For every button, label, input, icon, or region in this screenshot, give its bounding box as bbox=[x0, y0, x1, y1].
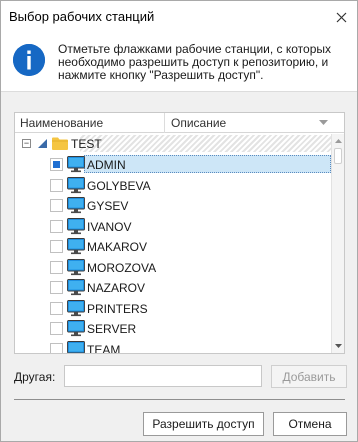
close-icon bbox=[336, 12, 346, 22]
workstation-checkbox[interactable] bbox=[50, 322, 63, 335]
monitor-icon bbox=[67, 176, 85, 194]
title-bar: Выбор рабочих станций bbox=[1, 1, 357, 32]
workstation-checkbox[interactable] bbox=[50, 301, 63, 315]
workstation-row[interactable]: NAZAROV bbox=[15, 277, 331, 297]
workstation-checkbox[interactable] bbox=[50, 158, 63, 171]
monitor-icon bbox=[67, 299, 85, 317]
info-icon bbox=[13, 44, 45, 76]
scroll-down-button[interactable] bbox=[332, 339, 344, 353]
triangle-up-icon bbox=[334, 139, 342, 143]
workstation-label: GOLYBEVA bbox=[87, 178, 151, 193]
monitor-icon bbox=[67, 279, 85, 296]
monitor-icon bbox=[67, 197, 85, 214]
dialog-window: Выбор рабочих станций Отметьте флажками … bbox=[0, 0, 358, 442]
workstation-checkbox[interactable] bbox=[50, 199, 63, 212]
window-title: Выбор рабочих станций bbox=[9, 9, 155, 24]
workstation-row[interactable]: IVANOV bbox=[15, 216, 331, 236]
workstation-label: MAKAROV bbox=[87, 240, 148, 254]
workstation-label: SERVER bbox=[87, 322, 137, 336]
monitor-icon bbox=[67, 156, 85, 173]
other-label: Другая: bbox=[14, 370, 56, 384]
workstation-label: TEAM bbox=[87, 342, 121, 354]
workstation-row[interactable]: TEAM bbox=[15, 339, 331, 354]
workstation-label: ADMIN bbox=[87, 158, 126, 172]
workstations-tree[interactable]: Наименование Описание − TEST ADMIN GOLYB… bbox=[14, 112, 345, 354]
tri-state-checkbox[interactable] bbox=[38, 139, 47, 148]
workstation-checkbox[interactable] bbox=[50, 240, 63, 253]
workstation-row[interactable]: PRINTERS bbox=[15, 298, 331, 318]
scrollbar-thumb[interactable] bbox=[334, 148, 342, 164]
allow-access-button[interactable]: Разрешить доступ bbox=[143, 412, 264, 436]
other-workstation-input[interactable] bbox=[64, 365, 262, 387]
partial-check-icon bbox=[38, 139, 47, 148]
workstation-row[interactable]: SERVER bbox=[15, 318, 331, 338]
workstation-row[interactable]: ADMIN bbox=[15, 154, 331, 174]
workstation-label: MOROZOVA bbox=[87, 260, 157, 275]
monitor-icon bbox=[67, 258, 85, 276]
column-name-header[interactable]: Наименование bbox=[15, 113, 165, 133]
vertical-scrollbar[interactable] bbox=[331, 134, 344, 353]
grid-header: Наименование Описание bbox=[15, 113, 344, 133]
workstation-row[interactable]: MAKAROV bbox=[15, 236, 331, 256]
collapse-toggle[interactable]: − bbox=[22, 139, 31, 148]
info-panel: Отметьте флажками рабочие станции, с кот… bbox=[1, 32, 357, 92]
workstation-checkbox[interactable] bbox=[50, 281, 63, 294]
info-message: Отметьте флажками рабочие станции, с кот… bbox=[58, 42, 331, 82]
workstation-checkbox[interactable] bbox=[50, 178, 63, 192]
separator bbox=[14, 399, 345, 400]
triangle-down-icon bbox=[334, 344, 342, 348]
add-button[interactable]: Добавить bbox=[271, 365, 347, 388]
tree-root-row[interactable]: − TEST bbox=[15, 134, 331, 154]
monitor-icon bbox=[67, 340, 85, 353]
monitor-icon bbox=[67, 238, 85, 255]
workstation-row[interactable]: GYSEV bbox=[15, 195, 331, 215]
folder-icon bbox=[52, 137, 68, 150]
workstation-label: IVANOV bbox=[87, 219, 132, 234]
monitor-icon bbox=[67, 217, 85, 235]
column-description-header[interactable]: Описание bbox=[165, 113, 315, 133]
workstation-label: GYSEV bbox=[87, 199, 129, 213]
column-menu-button[interactable] bbox=[317, 118, 329, 128]
workstation-checkbox[interactable] bbox=[50, 342, 63, 353]
triangle-down-icon bbox=[318, 120, 328, 125]
close-button[interactable] bbox=[331, 7, 351, 27]
workstation-checkbox[interactable] bbox=[50, 219, 63, 233]
workstation-row[interactable]: MOROZOVA bbox=[15, 257, 331, 277]
workstation-row[interactable]: GOLYBEVA bbox=[15, 175, 331, 195]
workstation-label: PRINTERS bbox=[87, 301, 148, 316]
tree-root-label: TEST bbox=[71, 137, 102, 151]
monitor-icon bbox=[67, 320, 85, 337]
cancel-button[interactable]: Отмена bbox=[273, 412, 347, 436]
workstation-label: NAZAROV bbox=[87, 281, 146, 295]
root-description-cell bbox=[80, 135, 331, 152]
scroll-up-button[interactable] bbox=[332, 134, 344, 148]
workstation-checkbox[interactable] bbox=[50, 260, 63, 274]
